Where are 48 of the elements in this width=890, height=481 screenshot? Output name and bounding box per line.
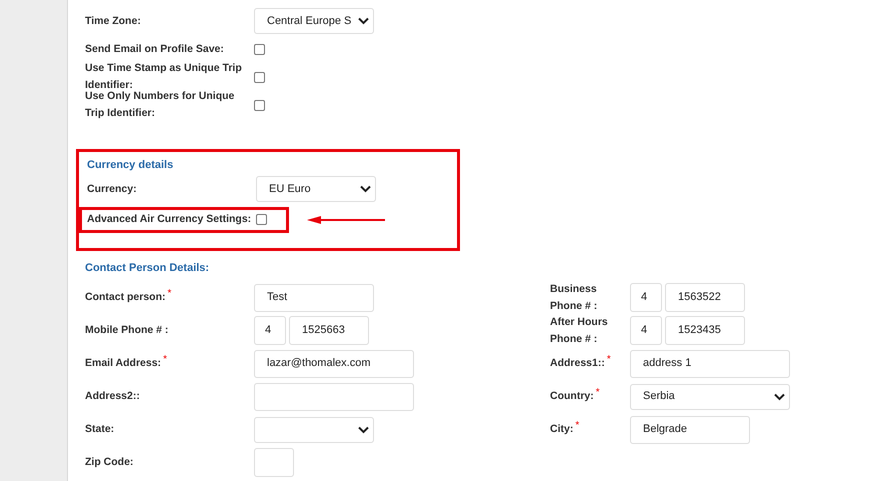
chevron-down-icon <box>358 17 369 25</box>
field-label: Contact person: <box>85 290 166 305</box>
field-label: Send Email on Profile Save: <box>85 42 224 56</box>
phone-number-field[interactable]: 1523435 <box>665 316 745 345</box>
required-mark: * <box>575 421 580 431</box>
field-label: Use Time Stamp as Unique Trip Identifier: <box>85 61 243 91</box>
field-label: Currency: <box>87 182 137 196</box>
section-title: Contact Person Details: <box>85 261 210 276</box>
section-title: Currency details <box>87 158 174 173</box>
checkbox[interactable] <box>254 100 265 110</box>
checkbox[interactable] <box>256 214 267 224</box>
chevron-down-icon <box>360 185 371 193</box>
checkbox[interactable] <box>254 44 265 54</box>
field-label: City: <box>550 422 574 437</box>
select-field[interactable]: Serbia <box>630 384 790 410</box>
field-label: Country: <box>550 389 594 404</box>
chevron-down-icon <box>774 392 785 400</box>
field-label: Mobile Phone # : <box>85 323 168 338</box>
input-field[interactable]: lazar@thomalex.com <box>254 350 414 378</box>
phone-code-field[interactable]: 4 <box>630 316 662 345</box>
checkbox[interactable] <box>254 72 265 82</box>
select-field[interactable]: EU Euro <box>256 176 376 202</box>
field-label: After Hours Phone # : <box>550 314 609 346</box>
phone-code-field[interactable]: 4 <box>254 316 286 345</box>
input-field[interactable]: Test <box>254 284 374 312</box>
input-field[interactable] <box>254 382 414 410</box>
required-mark: * <box>163 355 167 365</box>
chevron-down-icon <box>358 426 369 434</box>
phone-number-field[interactable]: 1525663 <box>289 316 369 345</box>
required-mark: * <box>168 289 172 299</box>
field-label: Use Only Numbers for Unique Trip Identifier: <box>85 89 236 121</box>
field-label: Address2:: <box>85 389 140 404</box>
phone-code-field[interactable]: 4 <box>630 283 662 312</box>
field-label: Zip Code: <box>85 455 134 470</box>
select-field[interactable]: Central Europe S <box>254 8 374 34</box>
required-mark: * <box>606 355 611 365</box>
field-label: Time Zone: <box>85 14 141 28</box>
field-label: Address1:: <box>550 356 605 371</box>
input-field[interactable]: address 1 <box>630 350 790 378</box>
phone-number-field[interactable]: 1563522 <box>665 283 745 312</box>
required-mark: * <box>596 388 600 398</box>
field-label: Email Address: <box>85 356 162 371</box>
select-field[interactable] <box>254 416 374 442</box>
input-field[interactable] <box>254 448 294 477</box>
field-label: Advanced Air Currency Settings: <box>87 212 252 226</box>
input-field[interactable]: Belgrade <box>630 416 750 444</box>
field-label: State: <box>85 422 114 437</box>
field-label: Business Phone # : <box>550 282 598 314</box>
